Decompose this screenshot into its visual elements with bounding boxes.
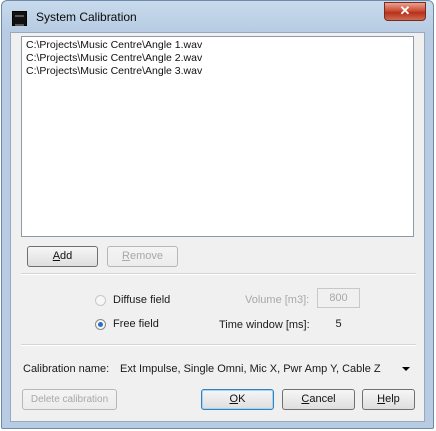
help-button[interactable]: Help bbox=[362, 389, 415, 410]
time-window-field[interactable]: 5 bbox=[317, 314, 360, 334]
dialog-body: C:\Projects\Music Centre\Angle 1.wav C:\… bbox=[10, 32, 425, 422]
cancel-button[interactable]: Cancel bbox=[282, 389, 355, 410]
volume-field[interactable]: 800 bbox=[317, 288, 360, 308]
remove-button[interactable]: Remove bbox=[107, 246, 178, 267]
app-icon bbox=[12, 11, 27, 26]
divider bbox=[21, 273, 416, 275]
list-item[interactable]: C:\Projects\Music Centre\Angle 3.wav bbox=[26, 65, 413, 78]
calibration-name-select[interactable]: Ext Impulse, Single Omni, Mic X, Pwr Amp… bbox=[116, 359, 414, 379]
window-title: System Calibration bbox=[36, 10, 137, 24]
ok-accel: O bbox=[229, 393, 239, 405]
free-field-radio[interactable] bbox=[95, 319, 106, 330]
close-icon: ✕ bbox=[399, 3, 411, 18]
remove-accel: R bbox=[122, 250, 130, 262]
remove-label: emove bbox=[129, 250, 163, 262]
divider bbox=[21, 344, 416, 346]
system-calibration-dialog: System Calibration ✕ C:\Projects\Music C… bbox=[1, 0, 434, 429]
list-item[interactable]: C:\Projects\Music Centre\Angle 1.wav bbox=[26, 39, 413, 52]
help-accel: H bbox=[377, 393, 386, 405]
add-label: dd bbox=[60, 250, 73, 262]
file-list[interactable]: C:\Projects\Music Centre\Angle 1.wav C:\… bbox=[21, 36, 414, 237]
chevron-down-icon[interactable] bbox=[402, 367, 410, 371]
volume-label: Volume [m3]: bbox=[245, 294, 310, 306]
time-window-label: Time window [ms]: bbox=[219, 319, 310, 331]
add-accel: A bbox=[52, 250, 61, 262]
calibration-name-label: Calibration name: bbox=[23, 363, 110, 375]
close-button[interactable]: ✕ bbox=[384, 2, 426, 21]
delete-calibration-button[interactable]: Delete calibration bbox=[22, 389, 117, 410]
add-button[interactable]: Add bbox=[27, 246, 98, 267]
ok-label: K bbox=[238, 393, 246, 405]
diffuse-field-label: Diffuse field bbox=[113, 294, 171, 306]
title-bar[interactable]: System Calibration ✕ bbox=[2, 1, 433, 33]
help-label: elp bbox=[385, 393, 400, 405]
list-item[interactable]: C:\Projects\Music Centre\Angle 2.wav bbox=[26, 52, 413, 65]
diffuse-field-radio[interactable] bbox=[95, 295, 106, 306]
calibration-name-value: Ext Impulse, Single Omni, Mic X, Pwr Amp… bbox=[120, 363, 381, 375]
ok-button[interactable]: OK bbox=[201, 389, 274, 410]
cancel-label: ancel bbox=[309, 393, 336, 405]
free-field-label: Free field bbox=[113, 318, 159, 330]
